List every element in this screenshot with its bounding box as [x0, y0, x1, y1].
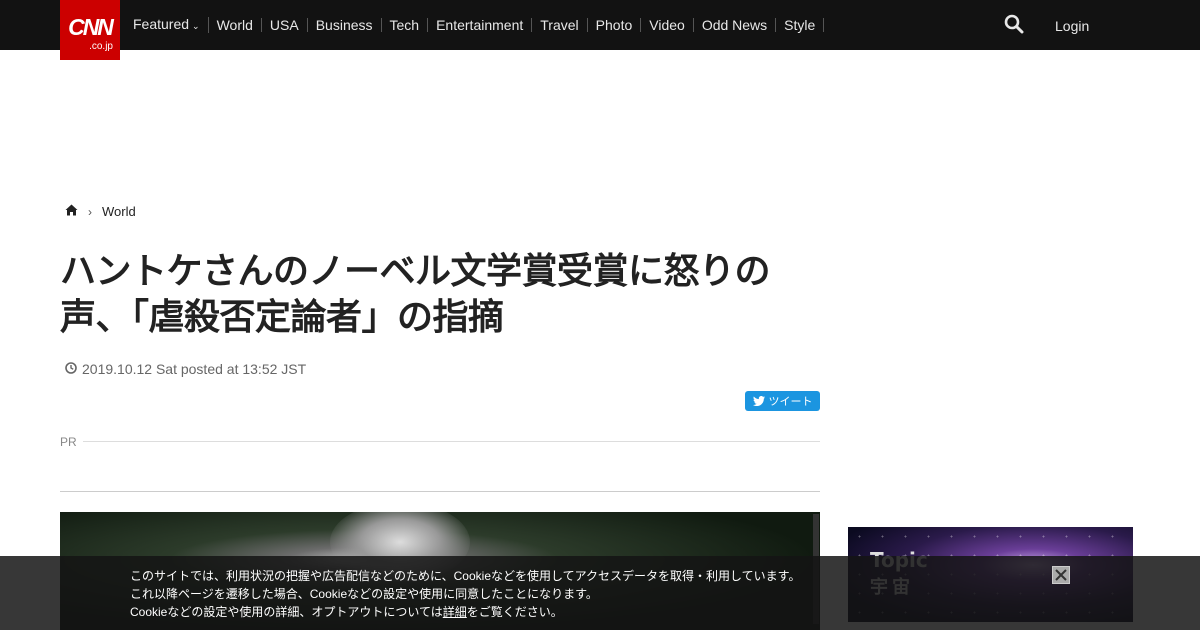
- cookie-details-link[interactable]: 詳細: [443, 605, 467, 619]
- cookie-consent-banner: このサイトでは、利用状況の把握や広告配信などのために、Cookieなどを使用して…: [0, 556, 1200, 630]
- nav-item-odd-news[interactable]: Odd News: [694, 18, 777, 32]
- nav-item-travel[interactable]: Travel: [532, 18, 588, 32]
- cookie-line-3: Cookieなどの設定や使用の詳細、オプトアウトについては詳細をご覧ください。: [130, 603, 830, 621]
- twitter-icon: [752, 396, 765, 406]
- nav-item-label: Featured: [133, 16, 190, 32]
- nav-item-business[interactable]: Business: [308, 18, 382, 32]
- search-icon[interactable]: [1004, 14, 1026, 36]
- nav-item-tech[interactable]: Tech: [382, 18, 429, 32]
- nav-item-usa[interactable]: USA: [262, 18, 308, 32]
- top-navigation-bar: CNN .co.jp Featured ⌄ World USA Business …: [0, 0, 1200, 60]
- nav-item-photo[interactable]: Photo: [588, 18, 642, 32]
- logo-main-text: CNN: [68, 14, 114, 40]
- close-icon[interactable]: [1052, 566, 1070, 584]
- cnn-logo[interactable]: CNN .co.jp: [60, 0, 120, 60]
- chevron-down-icon: ⌄: [192, 21, 200, 31]
- posted-date: 2019.10.12 Sat posted at 13:52 JST: [82, 361, 307, 377]
- nav-item-entertainment[interactable]: Entertainment: [428, 18, 533, 32]
- cookie-line-3-after: をご覧ください。: [466, 605, 563, 619]
- breadcrumb-world[interactable]: World: [102, 204, 136, 219]
- clock-icon: [65, 361, 77, 377]
- breadcrumb: › World: [65, 204, 136, 219]
- nav-item-video[interactable]: Video: [641, 18, 694, 32]
- section-divider: [60, 491, 820, 492]
- nav-item-featured[interactable]: Featured ⌄: [125, 17, 209, 33]
- cookie-line-1: このサイトでは、利用状況の把握や広告配信などのために、Cookieなどを使用して…: [130, 569, 801, 583]
- tweet-label: ツイート: [768, 396, 813, 408]
- article-meta: 2019.10.12 Sat posted at 13:52 JST: [65, 361, 306, 377]
- main-nav: Featured ⌄ World USA Business Tech Entert…: [125, 0, 825, 50]
- logo-sub-text: .co.jp: [89, 41, 113, 52]
- home-icon[interactable]: [65, 204, 78, 219]
- cookie-line-2: これ以降ページを遷移した場合、Cookieなどの設定や使用に同意したことになりま…: [130, 587, 598, 601]
- chevron-right-icon: ›: [88, 204, 92, 219]
- nav-item-style[interactable]: Style: [776, 18, 825, 32]
- cookie-line-3-before: Cookieなどの設定や使用の詳細、オプトアウトについては: [130, 605, 443, 619]
- cookie-text: このサイトでは、利用状況の把握や広告配信などのために、Cookieなどを使用して…: [130, 567, 830, 621]
- tweet-button[interactable]: ツイート: [745, 391, 820, 411]
- login-link[interactable]: Login: [1055, 18, 1089, 34]
- article-title: ハントケさんのノーベル文学賞受賞に怒りの声、「虐殺否定論者」の指摘: [60, 250, 771, 337]
- pr-label: PR: [60, 435, 77, 449]
- nav-item-world[interactable]: World: [209, 18, 262, 32]
- pr-divider: [83, 441, 820, 442]
